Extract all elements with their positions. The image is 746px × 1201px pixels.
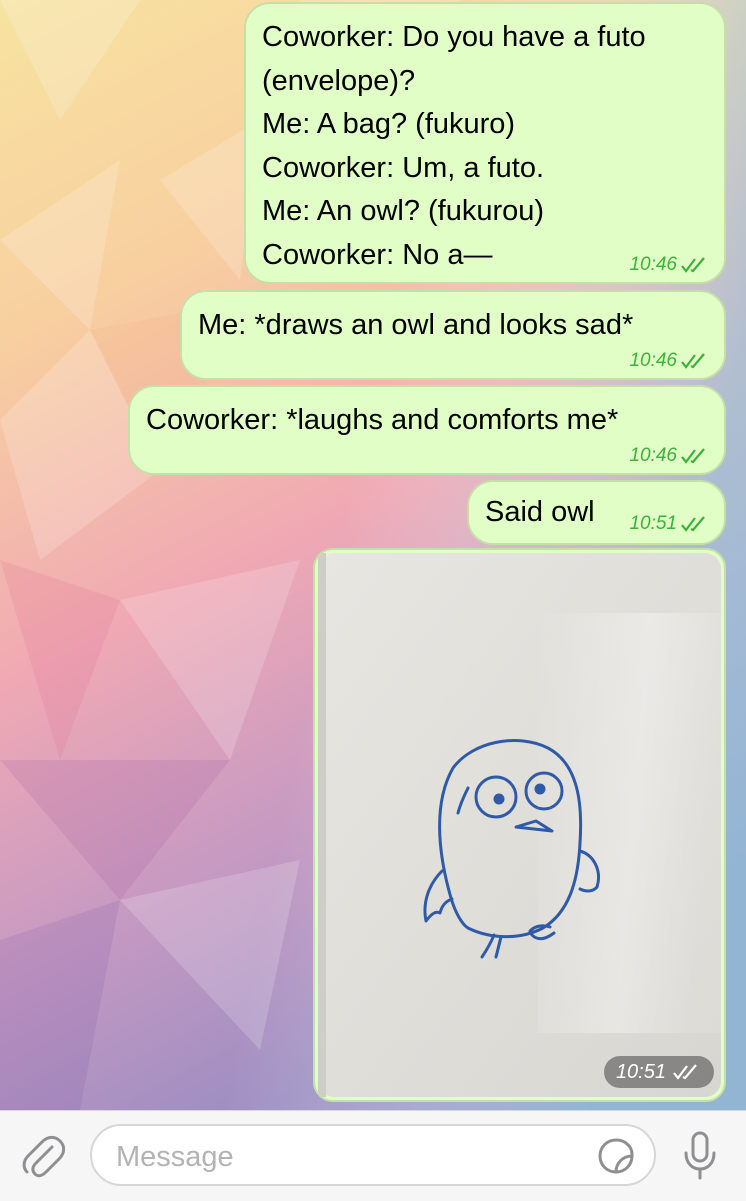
message-input-bar (0, 1110, 746, 1201)
message-bubble[interactable]: Said owl 10:51 (467, 480, 726, 545)
message-text: Said owl (485, 496, 595, 528)
message-text: Coworker: Do you have a futo (envelope)?… (262, 21, 646, 271)
message-meta: 10:46 (629, 350, 710, 372)
message-time: 10:46 (629, 254, 677, 275)
photo-time-badge: 10:51 (603, 1056, 714, 1088)
message-text: Coworker: *laughs and comforts me* (146, 404, 619, 436)
double-check-icon (673, 1064, 697, 1080)
message-bubble[interactable]: Coworker: *laughs and comforts me* 10:46 (128, 385, 726, 475)
microphone-icon[interactable] (680, 1131, 720, 1181)
photo-message[interactable]: 10:51 (313, 548, 726, 1102)
message-meta: 10:46 (629, 254, 710, 276)
sticker-icon[interactable] (596, 1136, 636, 1176)
double-check-icon (681, 516, 705, 532)
message-time: 10:51 (629, 513, 677, 534)
photo-time: 10:51 (615, 1060, 666, 1083)
message-meta: 10:46 (629, 445, 710, 467)
message-bubble[interactable]: Me: *draws an owl and looks sad* 10:46 (180, 290, 726, 380)
message-bubble[interactable]: Coworker: Do you have a futo (envelope)?… (244, 2, 726, 284)
message-input-field[interactable] (90, 1124, 656, 1186)
double-check-icon (681, 448, 705, 464)
message-input[interactable] (114, 1136, 578, 1178)
message-meta: 10:51 (629, 513, 710, 535)
double-check-icon (681, 353, 705, 369)
message-time: 10:46 (629, 445, 677, 466)
message-text: Me: *draws an owl and looks sad* (198, 309, 634, 341)
message-time: 10:46 (629, 350, 677, 371)
double-check-icon (681, 257, 705, 273)
owl-drawing-photo[interactable] (318, 553, 721, 1097)
paperclip-icon[interactable] (20, 1133, 66, 1179)
